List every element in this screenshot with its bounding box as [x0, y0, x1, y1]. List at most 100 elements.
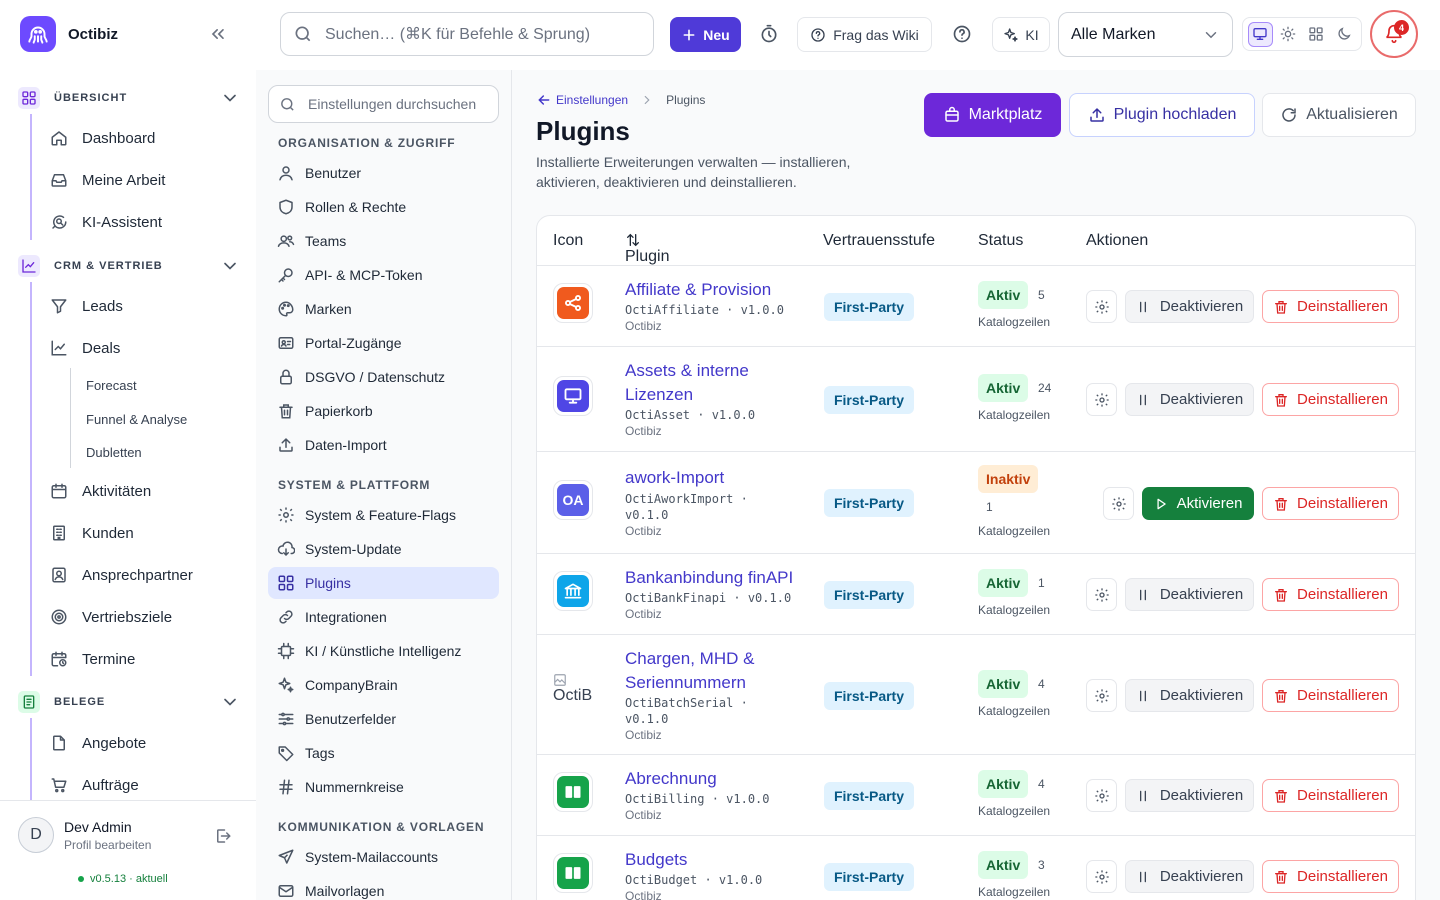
sidebar-item-angebote[interactable]: Angebote: [50, 731, 146, 755]
plugin-settings-button[interactable]: [1086, 383, 1117, 416]
trash-icon: [1275, 870, 1288, 884]
brand-select[interactable]: Alle Marken: [1058, 12, 1233, 57]
settings-item-papierkorb[interactable]: Papierkorb: [268, 395, 499, 427]
settings-item-tags[interactable]: Tags: [268, 737, 499, 769]
sidebar-item-dashboard[interactable]: Dashboard: [50, 126, 155, 150]
settings-item-dsgvo[interactable]: DSGVO / Datenschutz: [268, 361, 499, 393]
theme-switcher[interactable]: [1242, 17, 1362, 51]
plugin-name-link[interactable]: Chargen, MHD & Seriennummern: [625, 647, 795, 695]
notifications-button[interactable]: 4: [1370, 10, 1418, 58]
sidebar-item-kunden[interactable]: Kunden: [50, 521, 134, 545]
deactivate-button[interactable]: Deaktivieren: [1125, 290, 1254, 323]
plugin-name-link[interactable]: Budgets: [625, 848, 795, 872]
grid-icon[interactable]: [1304, 22, 1329, 47]
activate-button[interactable]: Aktivieren: [1142, 487, 1254, 520]
section-crm[interactable]: CRM & VERTRIEB: [18, 254, 240, 278]
uninstall-button[interactable]: Deinstallieren: [1262, 290, 1399, 323]
plugin-name-link[interactable]: awork-Import: [625, 466, 795, 490]
trust-badge: First-Party: [824, 489, 914, 517]
moon-icon[interactable]: [1332, 22, 1357, 47]
sidebar-item-aktivitaeten[interactable]: Aktivitäten: [50, 479, 151, 503]
deactivate-button[interactable]: Deaktivieren: [1125, 679, 1254, 712]
edit-profile-link[interactable]: Profil bearbeiten: [64, 838, 151, 852]
plugin-name-link[interactable]: Bankanbindung finAPI: [625, 566, 825, 590]
sidebar-item-ki-assistent[interactable]: KI-Assistent: [50, 210, 162, 234]
settings-item-marken[interactable]: Marken: [268, 293, 499, 325]
plugin-settings-button[interactable]: [1086, 578, 1117, 611]
sun-icon[interactable]: [1276, 22, 1301, 47]
settings-search-input[interactable]: Einstellungen durchsuchen: [268, 85, 499, 123]
plugin-name-link[interactable]: Assets & interne Lizenzen: [625, 359, 795, 407]
settings-item-label: System & Feature-Flags: [305, 507, 456, 523]
deactivate-button[interactable]: Deaktivieren: [1125, 860, 1254, 893]
uninstall-label: Deinstallieren: [1297, 787, 1388, 804]
global-search-input[interactable]: Suchen… (⌘K für Befehle & Sprung): [280, 12, 654, 56]
refresh-button[interactable]: Aktualisieren: [1262, 93, 1416, 137]
settings-item-mailvorlagen[interactable]: Mailvorlagen: [268, 875, 499, 900]
settings-item-daten-import[interactable]: Daten-Import: [268, 429, 499, 461]
sidebar-subitem-forecast[interactable]: Forecast: [86, 378, 137, 393]
sidebar-item-leads[interactable]: Leads: [50, 294, 123, 318]
uninstall-button[interactable]: Deinstallieren: [1262, 487, 1399, 520]
deactivate-button[interactable]: Deaktivieren: [1125, 578, 1254, 611]
settings-item-plugins[interactable]: Plugins: [268, 567, 499, 599]
sidebar-item-termine[interactable]: Termine: [50, 647, 135, 671]
plugin-vendor: Octibiz: [625, 607, 662, 621]
avatar[interactable]: D: [18, 817, 54, 853]
uninstall-button[interactable]: Deinstallieren: [1262, 383, 1399, 416]
plugin-name-link[interactable]: Abrechnung: [625, 767, 795, 791]
breadcrumb-back-link[interactable]: Einstellungen: [536, 92, 628, 108]
help-icon[interactable]: [952, 24, 972, 44]
new-button[interactable]: Neu: [670, 17, 741, 52]
brand[interactable]: Octibiz: [20, 16, 118, 52]
uninstall-button[interactable]: Deinstallieren: [1262, 679, 1399, 712]
pause-icon: [1139, 790, 1146, 801]
user-card[interactable]: D Dev Admin Profil bearbeiten v0.5.13 · …: [0, 800, 256, 900]
sidebar-item-ansprechpartner[interactable]: Ansprechpartner: [50, 563, 193, 587]
settings-item-mailaccounts[interactable]: System-Mailaccounts: [268, 841, 499, 873]
upload-icon: [1089, 107, 1104, 122]
sidebar-item-auftraege[interactable]: Aufträge: [50, 773, 139, 797]
settings-item-teams[interactable]: Teams: [268, 225, 499, 257]
settings-item-benutzerfelder[interactable]: Benutzerfelder: [268, 703, 499, 735]
settings-item-companybrain[interactable]: CompanyBrain: [268, 669, 499, 701]
plugin-settings-button[interactable]: [1086, 779, 1117, 812]
uninstall-button[interactable]: Deinstallieren: [1262, 578, 1399, 611]
plugin-settings-button[interactable]: [1086, 679, 1117, 712]
settings-item-rollen[interactable]: Rollen & Rechte: [268, 191, 499, 223]
settings-item-api-token[interactable]: API- & MCP-Token: [268, 259, 499, 291]
plugin-name-link[interactable]: Affiliate & Provision: [625, 278, 795, 302]
marketplace-button[interactable]: Marktplatz: [924, 93, 1061, 137]
sidebar-item-meine-arbeit[interactable]: Meine Arbeit: [50, 168, 165, 192]
settings-item-system-flags[interactable]: System & Feature-Flags: [268, 499, 499, 531]
user-icon: [279, 166, 293, 181]
settings-item-integrationen[interactable]: Integrationen: [268, 601, 499, 633]
logout-icon[interactable]: [214, 827, 232, 845]
section-belege[interactable]: BELEGE: [18, 690, 240, 714]
settings-item-benutzer[interactable]: Benutzer: [268, 157, 499, 189]
plugin-settings-button[interactable]: [1086, 290, 1117, 323]
plugin-settings-button[interactable]: [1103, 487, 1134, 520]
sidebar-subitem-funnel[interactable]: Funnel & Analyse: [86, 412, 187, 427]
uninstall-button[interactable]: Deinstallieren: [1262, 860, 1399, 893]
monitor-icon[interactable]: [1247, 21, 1273, 47]
settings-item-system-update[interactable]: System-Update: [268, 533, 499, 565]
ask-wiki-button[interactable]: Frag das Wiki: [797, 17, 932, 52]
collapse-sidebar-icon[interactable]: [208, 24, 228, 44]
sidebar-item-deals[interactable]: Deals: [50, 336, 120, 360]
column-header-plugin[interactable]: Plugin: [625, 232, 669, 265]
settings-item-nummernkreise[interactable]: Nummernkreise: [268, 771, 499, 803]
timer-icon[interactable]: [759, 24, 779, 44]
plugin-settings-button[interactable]: [1086, 860, 1117, 893]
upload-plugin-button[interactable]: Plugin hochladen: [1069, 93, 1255, 137]
settings-item-ki[interactable]: KI / Künstliche Intelligenz: [268, 635, 499, 667]
sidebar-item-vertriebsziele[interactable]: Vertriebsziele: [50, 605, 172, 629]
settings-item-portal[interactable]: Portal-Zugänge: [268, 327, 499, 359]
deactivate-button[interactable]: Deaktivieren: [1125, 383, 1254, 416]
section-uebersicht[interactable]: ÜBERSICHT: [18, 86, 240, 110]
uninstall-button[interactable]: Deinstallieren: [1262, 779, 1399, 812]
deactivate-button[interactable]: Deaktivieren: [1125, 779, 1254, 812]
sidebar-subitem-dubletten[interactable]: Dubletten: [86, 445, 142, 460]
settings-search-placeholder: Einstellungen durchsuchen: [308, 96, 477, 112]
ki-button[interactable]: KI: [992, 17, 1050, 52]
